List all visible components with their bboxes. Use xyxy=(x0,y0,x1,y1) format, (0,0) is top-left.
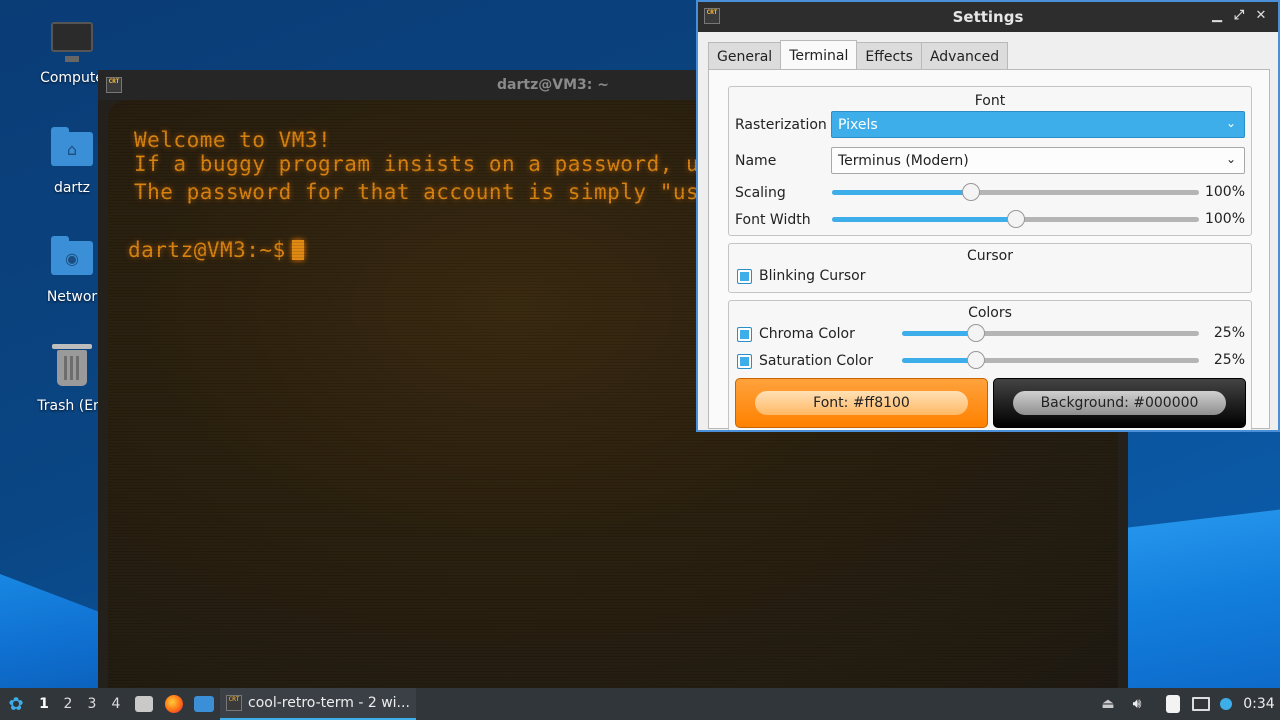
chroma-color-checkbox[interactable] xyxy=(737,327,752,342)
terminal-output-line: The password for that account is simply … xyxy=(134,180,700,204)
settings-tabs: General Terminal Effects Advanced xyxy=(708,40,1009,70)
rasterization-label: Rasterization xyxy=(735,117,827,133)
tray-volume[interactable]: 🔊︎ xyxy=(1126,688,1148,720)
colors-group: Colors Chroma Color 25% Saturation Color… xyxy=(728,300,1252,430)
minimize-icon[interactable]: ▁ xyxy=(1210,8,1224,23)
start-menu-icon: ✿ xyxy=(8,693,24,715)
terminal-prompt: dartz@VM3:~$ xyxy=(128,238,286,262)
background-color-label: Background: #000000 xyxy=(1012,391,1227,415)
terminal-prompt-line: dartz@VM3:~$ xyxy=(128,238,304,262)
tray-clipboard[interactable] xyxy=(1162,688,1184,720)
clock[interactable]: 0:34 xyxy=(1242,688,1276,720)
cursor-group: Cursor Blinking Cursor xyxy=(728,243,1252,293)
taskbar-window-button[interactable]: CRT cool-retro-term - 2 wi... xyxy=(220,688,416,720)
saturation-color-label: Saturation Color xyxy=(759,353,873,369)
scaling-slider[interactable] xyxy=(832,183,1199,201)
clipboard-icon xyxy=(1166,695,1180,713)
terminal-tab-page: Font Rasterization Pixels ⌄ Name Terminu… xyxy=(708,69,1270,430)
font-name-select[interactable]: Terminus (Modern) ⌄ xyxy=(831,147,1245,174)
terminal-output-line: Welcome to VM3! xyxy=(134,128,332,152)
tray-notifications[interactable] xyxy=(1216,688,1236,720)
computer-icon xyxy=(50,22,94,66)
tab-advanced[interactable]: Advanced xyxy=(920,42,1009,70)
terminal-title: dartz@VM3: ~ xyxy=(497,77,609,93)
saturation-slider-fill xyxy=(902,358,977,363)
firefox-launcher[interactable] xyxy=(163,688,185,720)
background-color-button[interactable]: Background: #000000 xyxy=(993,378,1246,428)
rasterization-select[interactable]: Pixels ⌄ xyxy=(831,111,1245,138)
font-width-value: 100% xyxy=(1204,211,1245,227)
network-icon xyxy=(1192,697,1210,711)
chevron-down-icon: ⌄ xyxy=(1225,152,1236,166)
rasterization-value: Pixels xyxy=(838,116,878,133)
colors-group-title: Colors xyxy=(968,305,1012,321)
chroma-color-label: Chroma Color xyxy=(759,326,855,342)
file-manager-icon xyxy=(135,696,153,712)
tab-effects[interactable]: Effects xyxy=(856,42,922,70)
blinking-cursor-label: Blinking Cursor xyxy=(759,268,866,284)
font-color-button[interactable]: Font: #ff8100 xyxy=(735,378,988,428)
workspace-1[interactable]: 1 xyxy=(33,688,55,720)
font-width-slider-fill xyxy=(832,217,1016,222)
scaling-value: 100% xyxy=(1204,184,1245,200)
firefox-icon xyxy=(165,695,183,713)
font-width-label: Font Width xyxy=(735,212,811,228)
blinking-cursor-checkbox[interactable] xyxy=(737,269,752,284)
terminal-cursor xyxy=(291,240,304,260)
home-folder-icon: ⌂ xyxy=(50,127,94,176)
desktop-icon xyxy=(194,696,214,712)
scaling-slider-thumb[interactable] xyxy=(962,183,981,201)
show-desktop-button[interactable] xyxy=(193,688,215,720)
font-group-title: Font xyxy=(974,93,1006,109)
file-manager-launcher[interactable] xyxy=(133,688,155,720)
start-menu-button[interactable]: ✿ xyxy=(4,688,28,720)
chevron-down-icon: ⌄ xyxy=(1225,116,1236,130)
tab-general[interactable]: General xyxy=(708,42,782,70)
font-width-slider-thumb[interactable] xyxy=(1006,210,1025,228)
network-folder-icon: ◉ xyxy=(50,236,94,285)
close-icon[interactable]: ✕ xyxy=(1254,8,1268,23)
desktop-wave-right xyxy=(1120,509,1280,690)
maximize-icon[interactable]: ⤢ xyxy=(1232,8,1246,23)
chroma-color-value: 25% xyxy=(1213,325,1245,341)
crt-app-icon: CRT xyxy=(226,695,242,711)
workspace-4[interactable]: 4 xyxy=(105,688,127,720)
saturation-color-value: 25% xyxy=(1213,352,1245,368)
settings-titlebar[interactable]: CRT Settings ▁ ⤢ ✕ xyxy=(698,2,1278,32)
tab-terminal[interactable]: Terminal xyxy=(780,40,858,70)
eject-icon: ⏏ xyxy=(1101,696,1115,712)
font-group: Font Rasterization Pixels ⌄ Name Terminu… xyxy=(728,86,1252,236)
chroma-slider-thumb[interactable] xyxy=(967,324,986,342)
cursor-group-title: Cursor xyxy=(966,248,1014,264)
workspace-2[interactable]: 2 xyxy=(57,688,79,720)
crt-app-icon: CRT xyxy=(704,8,720,24)
settings-title: Settings xyxy=(952,8,1024,26)
crt-app-icon: CRT xyxy=(106,77,122,93)
volume-icon: 🔊︎ xyxy=(1132,696,1142,712)
notification-icon xyxy=(1220,698,1232,710)
terminal-output-line: If a buggy program insists on a password… xyxy=(134,152,713,176)
tray-updates[interactable]: ⏏ xyxy=(1098,688,1118,720)
saturation-color-slider[interactable] xyxy=(902,351,1199,369)
tray-network[interactable] xyxy=(1190,688,1212,720)
font-color-label: Font: #ff8100 xyxy=(754,391,969,415)
font-width-slider[interactable] xyxy=(832,210,1199,228)
scaling-slider-fill xyxy=(832,190,972,195)
chroma-color-slider[interactable] xyxy=(902,324,1199,342)
settings-window[interactable]: CRT Settings ▁ ⤢ ✕ General Terminal Effe… xyxy=(696,0,1280,432)
taskbar-window-label: cool-retro-term - 2 wi... xyxy=(248,695,410,711)
workspace-3[interactable]: 3 xyxy=(81,688,103,720)
font-name-value: Terminus (Modern) xyxy=(838,152,969,169)
saturation-slider-thumb[interactable] xyxy=(967,351,986,369)
taskbar: ✿ 1 2 3 4 CRT cool-retro-term - 2 wi... … xyxy=(0,688,1280,720)
font-name-label: Name xyxy=(735,153,777,169)
desktop-wave-left xyxy=(0,574,110,700)
trash-icon xyxy=(50,344,94,394)
scaling-label: Scaling xyxy=(735,185,786,201)
chroma-slider-fill xyxy=(902,331,977,336)
saturation-color-checkbox[interactable] xyxy=(737,354,752,369)
